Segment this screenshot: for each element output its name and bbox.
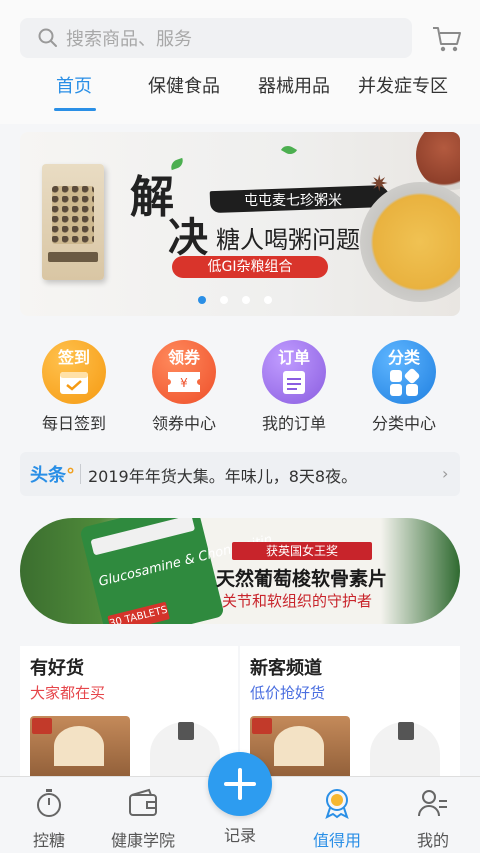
cart-icon[interactable] (430, 22, 464, 56)
ad-subtitle: 关节和软组织的守护者 (222, 592, 373, 610)
wallet-icon (129, 788, 157, 816)
carousel-dot[interactable] (198, 296, 206, 304)
active-tab-underline (54, 108, 96, 111)
top-bar: 搜索商品、服务 首页 保健食品 器械用品 并发症专区 (0, 0, 480, 124)
quick-label: 分类中心 (371, 414, 436, 433)
tab-complications[interactable]: 并发症专区 (358, 72, 448, 98)
star-anise-icon: ✷ (370, 172, 389, 197)
card-good-products[interactable]: 有好货 大家都在买 (20, 646, 238, 786)
headline-news-bar[interactable]: 头条° 2019年年货大集。年味儿，8天8夜。 › (20, 452, 460, 496)
order-icon: 订单 (262, 340, 326, 404)
nav-worth-using[interactable]: 值得用 (292, 787, 382, 851)
product-package-image (42, 164, 104, 280)
card-title: 有好货 (30, 658, 84, 679)
quick-label: 我的订单 (261, 414, 326, 433)
checkin-icon: 签到 (42, 340, 106, 404)
carousel-dot[interactable] (242, 296, 250, 304)
tab-devices[interactable]: 器械用品 (258, 72, 330, 98)
record-label: 记录 (223, 826, 256, 845)
banner-char-2: 决 (168, 214, 208, 261)
record-plus-button[interactable] (208, 752, 272, 816)
promo-banner[interactable]: 解 决 屯屯麦七珍粥米 糖人喝粥问题 低GI杂粮组合 ✷ (20, 132, 460, 316)
search-bar[interactable]: 搜索商品、服务 (20, 18, 412, 58)
quick-categories[interactable]: 分类 分类中心 (369, 340, 439, 434)
tab-home[interactable]: 首页 (56, 72, 92, 98)
ad-title: 天然葡萄梭软骨素片 (216, 568, 388, 590)
tab-health-food[interactable]: 保健食品 (148, 72, 220, 98)
svg-text:¥: ¥ (180, 376, 188, 390)
search-icon (38, 28, 57, 47)
card-title: 新客频道 (250, 658, 322, 679)
chevron-right-icon: › (442, 464, 449, 483)
card-new-customer[interactable]: 新客频道 低价抢好货 (240, 646, 460, 786)
carousel-dot[interactable] (220, 296, 228, 304)
search-placeholder: 搜索商品、服务 (66, 29, 192, 50)
supplement-bottle-image: Glucosamine & Chondroitin 30 TABLETS (79, 518, 274, 624)
product-ad-banner[interactable]: Glucosamine & Chondroitin 30 TABLETS 获英国… (20, 518, 460, 624)
banner-brand: 屯屯麦七珍粥米 (244, 193, 342, 209)
nav-sugar-control[interactable]: 控糖 (4, 787, 94, 851)
banner-subtitle: 糖人喝粥问题 (216, 226, 360, 254)
banner-tagline: 低GI杂粮组合 (172, 256, 328, 278)
divider (80, 464, 81, 484)
quick-label: 领券中心 (151, 414, 216, 433)
carousel-dot[interactable] (264, 296, 272, 304)
leaf-decoration (169, 157, 185, 171)
quick-my-orders[interactable]: 订单 我的订单 (259, 340, 329, 434)
category-tabs: 首页 保健食品 器械用品 并发症专区 (0, 66, 480, 111)
medal-icon (325, 789, 349, 819)
headline-logo: 头条° (30, 465, 75, 486)
nav-health-academy[interactable]: 健康学院 (98, 787, 188, 851)
profile-icon (418, 790, 447, 817)
stopwatch-icon (37, 789, 61, 817)
leaf-decoration (280, 143, 298, 157)
quick-label: 每日签到 (41, 414, 106, 433)
coupon-icon: 领券 ¥ (152, 340, 216, 404)
award-badge: 获英国女王奖 (232, 542, 372, 560)
card-subtitle: 低价抢好货 (250, 684, 326, 702)
card-subtitle: 大家都在买 (30, 684, 106, 702)
category-icon: 分类 (372, 340, 436, 404)
quick-daily-checkin[interactable]: 签到 每日签到 (39, 340, 109, 434)
headline-text: 2019年年货大集。年味儿，8天8夜。 (88, 467, 358, 486)
quick-coupon-center[interactable]: 领券 ¥ 领券中心 (149, 340, 219, 434)
nav-mine[interactable]: 我的 (388, 787, 478, 851)
